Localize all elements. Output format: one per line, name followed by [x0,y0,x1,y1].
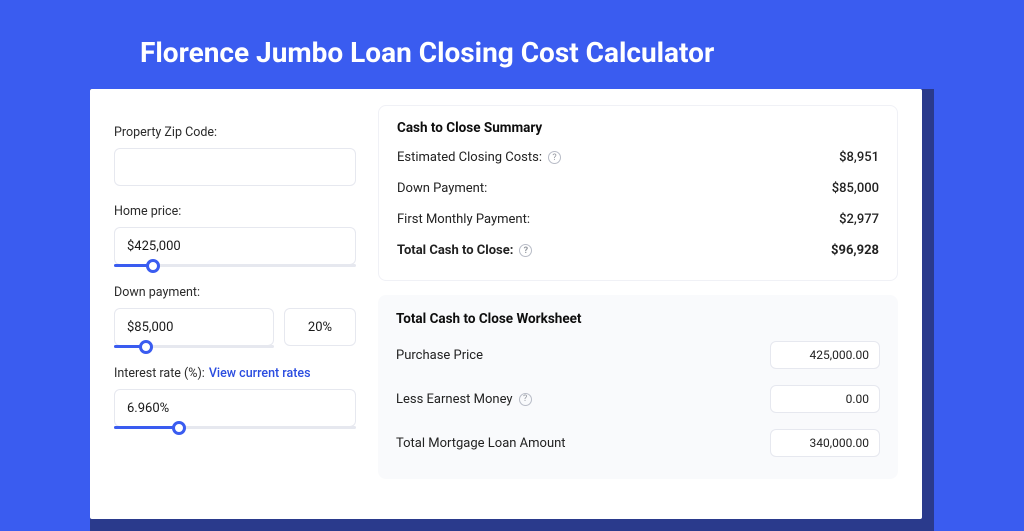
inputs-panel: Property Zip Code: Home price: Down paym… [108,105,368,519]
down-payment-input[interactable] [114,308,274,346]
home-price-slider[interactable] [114,227,356,267]
summary-row-value: $96,928 [831,243,879,258]
worksheet-row-value-input[interactable]: 425,000.00 [770,341,880,369]
zip-label: Property Zip Code: [114,125,356,140]
worksheet-row-label: Total Mortgage Loan Amount [396,436,566,451]
worksheet-title: Total Cash to Close Worksheet [396,311,880,327]
interest-rate-thumb[interactable] [172,421,186,435]
summary-title: Cash to Close Summary [397,120,879,136]
down-payment-label: Down payment: [114,285,356,300]
worksheet-row-label: Less Earnest Money [396,392,513,407]
summary-row-value: $2,977 [839,212,879,227]
view-rates-link[interactable]: View current rates [209,366,311,381]
summary-row: Down Payment: $85,000 [397,181,879,196]
interest-rate-label: Interest rate (%): View current rates [114,366,356,381]
down-payment-percent-input[interactable]: 20% [284,308,356,346]
home-price-label: Home price: [114,204,356,219]
interest-rate-slider[interactable] [114,389,356,429]
page-title: Florence Jumbo Loan Closing Cost Calcula… [0,0,1024,89]
calculator-card: Property Zip Code: Home price: Down paym… [90,89,922,519]
help-icon[interactable]: ? [519,393,532,406]
worksheet-row: Less Earnest Money? 0.00 [396,385,880,413]
summary-row: Total Cash to Close:? $96,928 [397,243,879,258]
summary-row-value: $8,951 [839,150,879,165]
help-icon[interactable]: ? [519,244,532,257]
zip-input[interactable] [114,148,356,186]
interest-rate-input[interactable] [114,389,356,427]
interest-rate-label-text: Interest rate (%): [114,366,205,381]
interest-rate-track[interactable] [114,426,356,429]
summary-row-label: Total Cash to Close: [397,243,513,258]
summary-row: Estimated Closing Costs:? $8,951 [397,150,879,165]
home-price-track[interactable] [114,264,356,267]
worksheet-panel: Total Cash to Close Worksheet Purchase P… [378,295,898,479]
summary-row-label: First Monthly Payment: [397,212,530,227]
summary-row-value: $85,000 [832,181,879,196]
results-column: Cash to Close Summary Estimated Closing … [368,105,904,519]
worksheet-row: Total Mortgage Loan Amount 340,000.00 [396,429,880,457]
card-container: Property Zip Code: Home price: Down paym… [90,89,934,531]
down-payment-thumb[interactable] [139,340,153,354]
summary-row-label: Estimated Closing Costs: [397,150,542,165]
summary-panel: Cash to Close Summary Estimated Closing … [378,105,898,281]
worksheet-row-value-input[interactable]: 0.00 [770,385,880,413]
worksheet-row: Purchase Price 425,000.00 [396,341,880,369]
summary-row-label: Down Payment: [397,181,487,196]
help-icon[interactable]: ? [548,151,561,164]
summary-row: First Monthly Payment: $2,977 [397,212,879,227]
worksheet-row-value-input[interactable]: 340,000.00 [770,429,880,457]
down-payment-track[interactable] [114,345,274,348]
home-price-thumb[interactable] [146,259,160,273]
worksheet-row-label: Purchase Price [396,348,483,363]
down-payment-slider[interactable] [114,308,274,348]
